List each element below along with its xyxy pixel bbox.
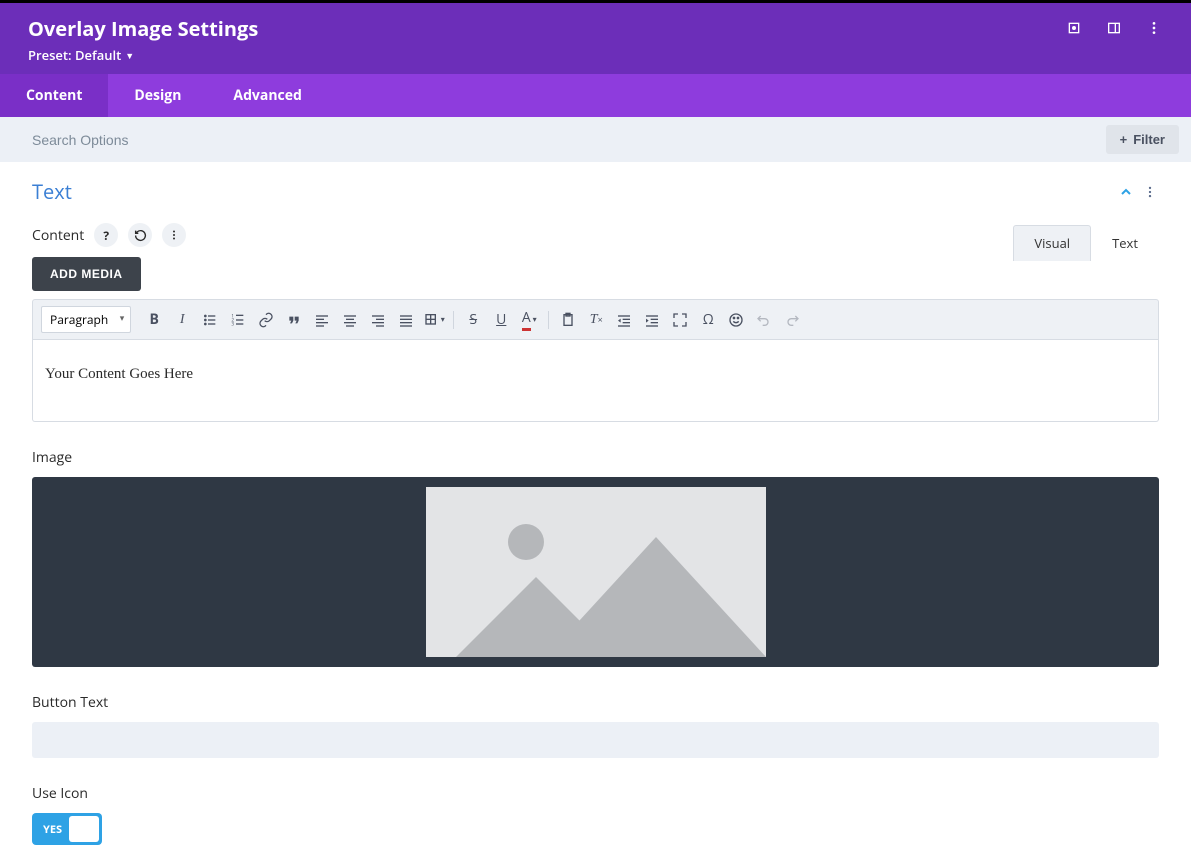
collapse-icon[interactable] bbox=[1117, 183, 1135, 201]
align-right-icon[interactable] bbox=[365, 307, 391, 333]
editor-mode-tabs: Visual Text bbox=[1013, 225, 1159, 261]
reset-icon[interactable] bbox=[128, 223, 152, 247]
editor-toolbar: Paragraph B I 123 ▾ S U A▾ T× Ω bbox=[32, 299, 1159, 340]
button-text-label: Button Text bbox=[32, 693, 1159, 712]
preset-label: Preset: Default bbox=[28, 46, 121, 64]
section-more-icon[interactable] bbox=[1141, 183, 1159, 201]
caret-down-icon: ▼ bbox=[125, 49, 134, 62]
use-icon-label: Use Icon bbox=[32, 784, 1159, 803]
link-icon[interactable] bbox=[253, 307, 279, 333]
modal-title: Overlay Image Settings bbox=[28, 15, 258, 42]
undo-icon[interactable] bbox=[751, 307, 777, 333]
modal-header: Overlay Image Settings Preset: Default ▼ bbox=[0, 3, 1191, 74]
search-input[interactable] bbox=[32, 132, 1106, 148]
main-tabs: Content Design Advanced bbox=[0, 74, 1191, 117]
filter-label: Filter bbox=[1133, 132, 1165, 147]
tab-advanced[interactable]: Advanced bbox=[207, 74, 327, 117]
align-center-icon[interactable] bbox=[337, 307, 363, 333]
strikethrough-icon[interactable]: S bbox=[460, 307, 486, 333]
toggle-state-label: YES bbox=[35, 822, 70, 837]
use-icon-toggle[interactable]: YES bbox=[32, 813, 102, 845]
section-header: Text bbox=[32, 178, 1159, 205]
button-text-input[interactable] bbox=[32, 722, 1159, 758]
paragraph-select[interactable]: Paragraph bbox=[41, 306, 131, 333]
editor-content[interactable]: Your Content Goes Here bbox=[32, 340, 1159, 422]
fullscreen-icon[interactable] bbox=[667, 307, 693, 333]
clear-format-icon[interactable]: T× bbox=[583, 307, 609, 333]
redo-icon[interactable] bbox=[779, 307, 805, 333]
toolbar-separator bbox=[453, 311, 454, 329]
text-color-icon[interactable]: A▾ bbox=[516, 307, 542, 333]
quote-icon[interactable] bbox=[281, 307, 307, 333]
indent-icon[interactable] bbox=[639, 307, 665, 333]
outdent-icon[interactable] bbox=[611, 307, 637, 333]
plus-icon: + bbox=[1120, 132, 1128, 147]
number-list-icon[interactable]: 123 bbox=[225, 307, 251, 333]
editor-tab-text[interactable]: Text bbox=[1091, 225, 1159, 261]
paste-icon[interactable] bbox=[555, 307, 581, 333]
underline-icon[interactable]: U bbox=[488, 307, 514, 333]
panel-icon[interactable] bbox=[1105, 19, 1123, 37]
table-icon[interactable]: ▾ bbox=[421, 307, 447, 333]
image-upload-well[interactable] bbox=[32, 477, 1159, 667]
content-label: Content bbox=[32, 226, 84, 245]
content-field-header: Content ? bbox=[32, 223, 1159, 247]
emoji-icon[interactable] bbox=[723, 307, 749, 333]
search-bar: + Filter bbox=[0, 117, 1191, 162]
expand-icon[interactable] bbox=[1065, 19, 1083, 37]
field-more-icon[interactable] bbox=[162, 223, 186, 247]
more-vertical-icon[interactable] bbox=[1145, 19, 1163, 37]
editor-tab-visual[interactable]: Visual bbox=[1013, 225, 1091, 261]
toolbar-separator bbox=[548, 311, 549, 329]
bold-icon[interactable]: B bbox=[141, 307, 167, 333]
image-placeholder-icon bbox=[426, 487, 766, 657]
svg-text:3: 3 bbox=[232, 321, 235, 327]
preset-dropdown[interactable]: Preset: Default ▼ bbox=[28, 46, 258, 64]
align-justify-icon[interactable] bbox=[393, 307, 419, 333]
italic-icon[interactable]: I bbox=[169, 307, 195, 333]
bullet-list-icon[interactable] bbox=[197, 307, 223, 333]
special-char-icon[interactable]: Ω bbox=[695, 307, 721, 333]
filter-button[interactable]: + Filter bbox=[1106, 125, 1179, 154]
add-media-button[interactable]: ADD MEDIA bbox=[32, 257, 141, 291]
image-label: Image bbox=[32, 448, 1159, 467]
toggle-knob bbox=[69, 816, 99, 842]
align-left-icon[interactable] bbox=[309, 307, 335, 333]
tab-design[interactable]: Design bbox=[108, 74, 207, 117]
tab-content[interactable]: Content bbox=[0, 74, 108, 117]
help-icon[interactable]: ? bbox=[94, 223, 118, 247]
section-title: Text bbox=[32, 178, 72, 205]
